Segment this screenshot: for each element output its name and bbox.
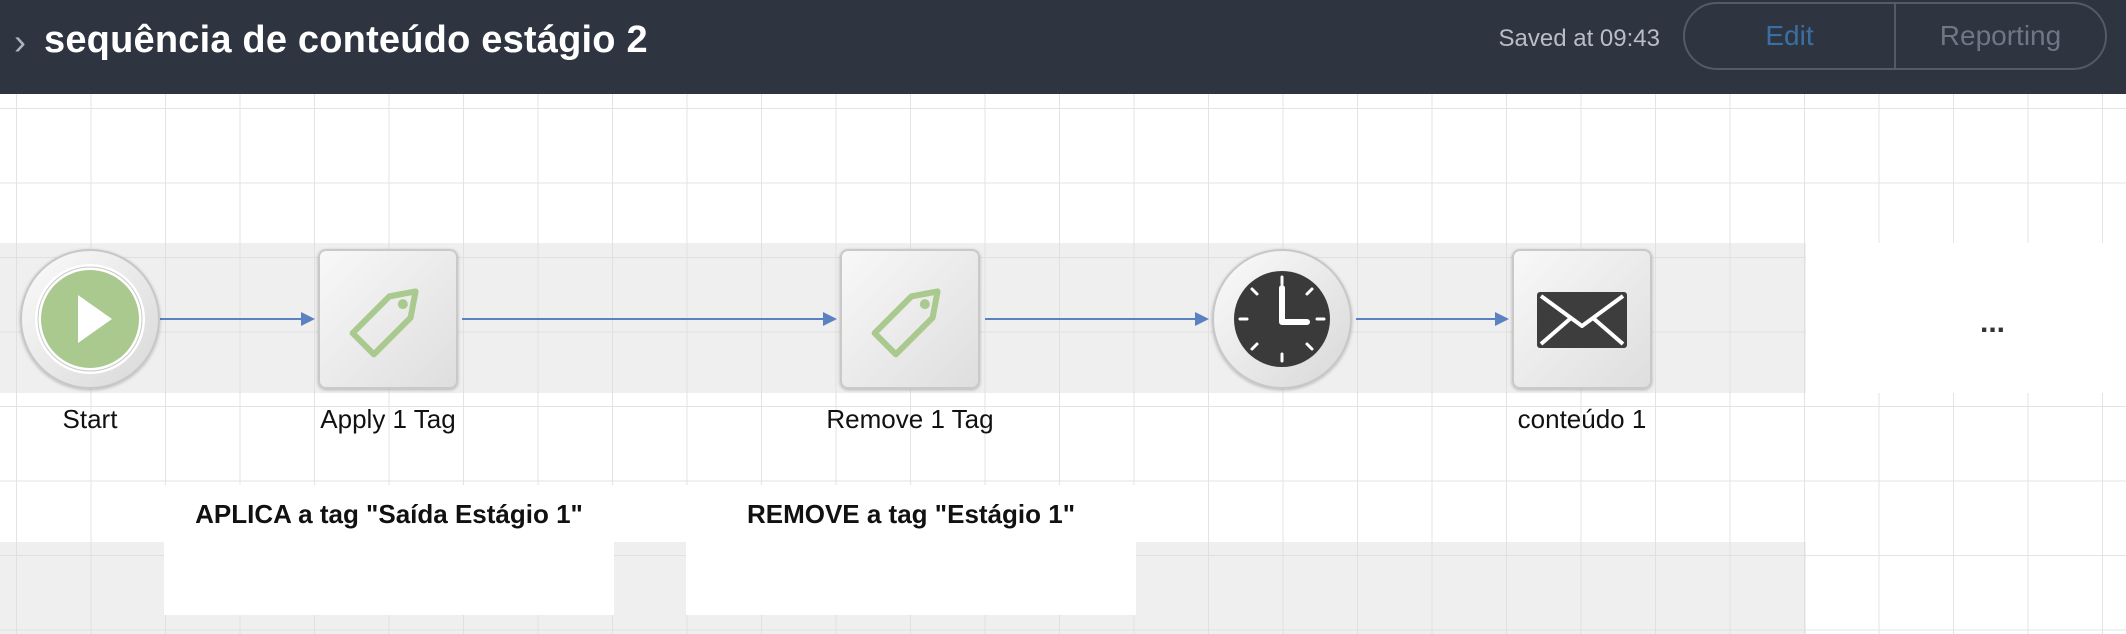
node-start[interactable] — [20, 249, 160, 389]
tab-reporting[interactable]: Reporting — [1896, 4, 2105, 68]
envelope-icon — [1537, 292, 1627, 348]
chevron-right-icon[interactable]: › — [14, 22, 26, 62]
node-remove-tag[interactable] — [840, 249, 980, 389]
tag-icon — [349, 288, 419, 358]
node-email[interactable] — [1512, 249, 1652, 389]
tag-icon — [871, 288, 941, 358]
tab-edit[interactable]: Edit — [1685, 4, 1896, 68]
top-bar: › sequência de conteúdo estágio 2 Saved … — [0, 0, 2126, 94]
saved-status: Saved at 09:43 — [1498, 25, 1660, 52]
view-toggle: Edit Reporting — [1683, 2, 2107, 70]
node-apply-tag[interactable] — [318, 249, 458, 389]
page-title: sequência de conteúdo estágio 2 — [44, 19, 648, 61]
clock-icon — [1234, 271, 1330, 367]
node-label-start: Start — [62, 404, 118, 434]
node-label-apply-tag: Apply 1 Tag — [320, 404, 456, 434]
flow-canvas[interactable]: ... APLICA a tag "Saída Estágio 1" REMOV… — [0, 94, 2126, 634]
node-wait[interactable] — [1212, 249, 1352, 389]
node-label-remove-tag: Remove 1 Tag — [826, 404, 994, 434]
node-label-email: conteúdo 1 — [1517, 404, 1647, 434]
play-icon — [35, 264, 145, 374]
